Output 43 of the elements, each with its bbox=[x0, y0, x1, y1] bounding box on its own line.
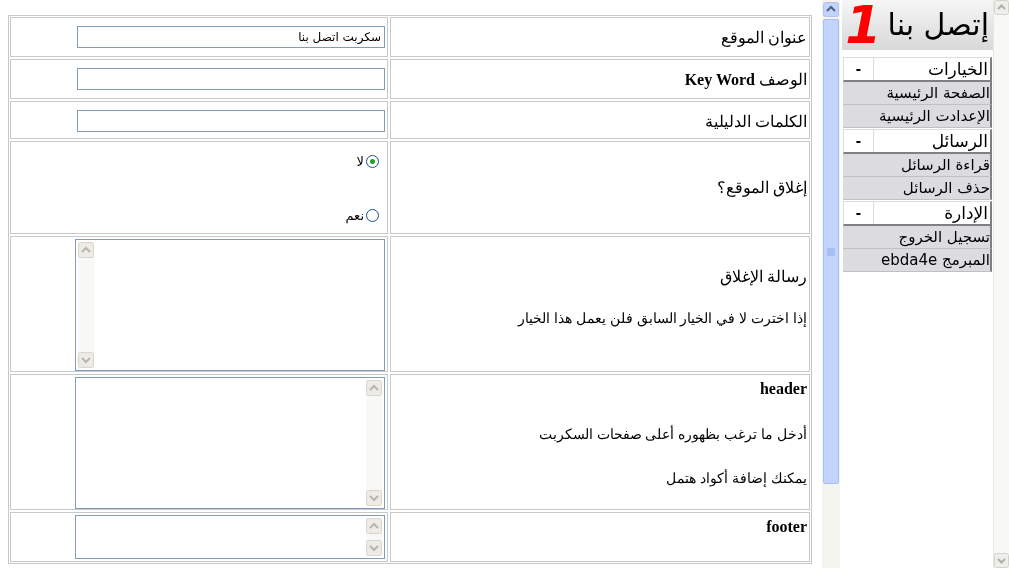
radio-label: لا bbox=[356, 153, 364, 171]
menu-item[interactable]: المبرمج ebda4e bbox=[843, 249, 992, 272]
menu-item[interactable]: قراءة الرسائل bbox=[843, 154, 992, 177]
section-header[interactable]: الإدارة - bbox=[843, 201, 992, 226]
radio-label: نعم bbox=[345, 206, 364, 225]
field-label: عنوان الموقع bbox=[721, 28, 807, 48]
menu-item[interactable]: الصفحة الرئيسية bbox=[843, 82, 992, 105]
text-field[interactable]: سكربت اتصل بنا bbox=[77, 26, 385, 48]
text-field[interactable] bbox=[77, 110, 385, 132]
section-header[interactable]: الرسائل - bbox=[843, 129, 992, 154]
hint-text: أدخل ما ترغب بظهوره أعلى صفحات السكربت bbox=[538, 425, 807, 443]
section-header[interactable]: الخيارات - bbox=[843, 57, 992, 82]
collapse-toggle[interactable]: - bbox=[844, 58, 874, 80]
text-field[interactable] bbox=[77, 68, 385, 90]
menu-item[interactable]: حذف الرسائل bbox=[843, 177, 992, 200]
menu-item[interactable]: تسجيل الخروج bbox=[843, 226, 992, 249]
radio-button[interactable] bbox=[366, 208, 379, 222]
scrollbar[interactable] bbox=[822, 0, 840, 568]
field-label: header bbox=[759, 379, 807, 399]
collapse-toggle[interactable]: - bbox=[844, 130, 874, 152]
scrollbar[interactable] bbox=[993, 0, 1009, 568]
scrollbar-drawing bbox=[366, 518, 382, 556]
section-title: الخيارات bbox=[926, 59, 989, 79]
logo-number: 1 bbox=[845, 0, 882, 50]
scroll-down-icon[interactable] bbox=[994, 553, 1009, 568]
scroll-up-icon[interactable] bbox=[823, 2, 839, 17]
section-title: الإدارة bbox=[943, 203, 989, 223]
field-label: الكلمات الدليلية bbox=[705, 112, 807, 132]
field-label: رسالة الإغلاق bbox=[720, 267, 807, 287]
scroll-up-icon[interactable] bbox=[994, 0, 1009, 15]
hint-text: يمكنك إضافة أكواد هتمل bbox=[666, 469, 807, 487]
scroll-thumb[interactable] bbox=[823, 19, 839, 484]
section-title: الرسائل bbox=[930, 131, 989, 151]
field-label: footer bbox=[766, 517, 807, 537]
field-label: إغلاق الموقع؟ bbox=[717, 177, 807, 198]
menu-item[interactable]: الإعدادت الرئيسية bbox=[843, 105, 992, 128]
text-area[interactable] bbox=[75, 239, 385, 371]
text-area[interactable] bbox=[75, 515, 385, 559]
radio-button[interactable] bbox=[366, 155, 379, 169]
logo-text: إتصل بنا bbox=[887, 6, 989, 44]
text-area[interactable] bbox=[75, 377, 385, 509]
collapse-toggle[interactable]: - bbox=[844, 202, 874, 224]
hint-text: إذا اخترت لا في الخيار السابق فلن يعمل هذا الخيار bbox=[518, 309, 807, 327]
